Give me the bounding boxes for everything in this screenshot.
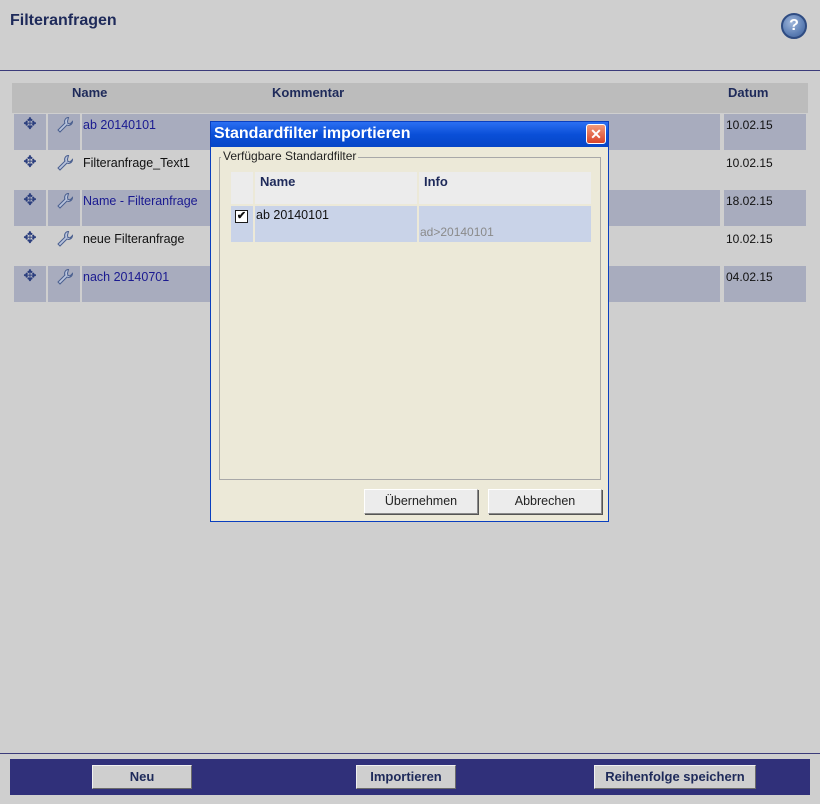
apply-button[interactable]: Übernehmen: [364, 489, 478, 514]
wrench-icon[interactable]: [56, 192, 74, 210]
page-title: Filteranfragen: [10, 12, 117, 29]
dialog-table-header: Name Info: [231, 172, 591, 204]
footer-bar: Neu Importieren Reihenfolge speichern: [10, 759, 810, 795]
move-icon[interactable]: ✥: [22, 231, 38, 247]
import-dialog: Standardfilter importieren ✕ Verfügbare …: [210, 121, 609, 522]
column-header-kommentar: Kommentar: [272, 85, 345, 100]
wrench-icon[interactable]: [56, 268, 74, 286]
move-icon[interactable]: ✥: [22, 193, 38, 209]
move-cell: ✥: [14, 114, 46, 150]
new-button[interactable]: Neu: [92, 765, 192, 789]
date-cell: 10.02.15: [724, 114, 806, 150]
edit-cell: [48, 266, 80, 302]
filter-name-link[interactable]: ab 20140101: [83, 118, 156, 132]
footer-divider: [0, 753, 820, 754]
filter-name-link[interactable]: Filteranfrage_Text1: [83, 156, 190, 170]
select-cell: ✔: [231, 206, 253, 242]
date-cell: 18.02.15: [724, 190, 806, 226]
move-icon[interactable]: ✥: [22, 117, 38, 133]
close-icon[interactable]: ✕: [586, 124, 606, 144]
dialog-title: Standardfilter importieren: [214, 125, 411, 142]
save-order-button[interactable]: Reihenfolge speichern: [594, 765, 756, 789]
filter-name-link[interactable]: neue Filteranfrage: [83, 232, 184, 246]
fieldset-legend: Verfügbare Standardfilter: [221, 149, 359, 163]
move-cell: ✥: [14, 266, 46, 302]
dialog-row-info: ad>20140101: [419, 206, 591, 242]
edit-cell: [48, 228, 80, 264]
filter-name-link[interactable]: Name - Filteranfrage: [83, 194, 198, 208]
edit-cell: [48, 114, 80, 150]
date-cell: 10.02.15: [726, 232, 773, 246]
move-icon[interactable]: ✥: [22, 155, 38, 171]
wrench-icon[interactable]: [56, 154, 74, 172]
move-cell: ✥: [14, 152, 46, 188]
select-column-header: [231, 172, 253, 204]
move-cell: ✥: [14, 190, 46, 226]
dialog-column-info: Info: [419, 172, 591, 204]
import-button[interactable]: Importieren: [356, 765, 456, 789]
edit-cell: [48, 190, 80, 226]
dialog-column-name: Name: [255, 172, 417, 204]
dialog-row-name: ab 20140101: [255, 206, 417, 242]
date-cell: 10.02.15: [726, 156, 773, 170]
filter-name-link[interactable]: nach 20140701: [83, 270, 169, 284]
move-icon[interactable]: ✥: [22, 269, 38, 285]
cancel-button[interactable]: Abbrechen: [488, 489, 602, 514]
column-header-name: Name: [72, 85, 108, 100]
header-divider: [0, 70, 820, 71]
dialog-table-row: ✔ ab 20140101 ad>20140101: [231, 206, 591, 242]
dialog-title-bar[interactable]: Standardfilter importieren ✕: [211, 122, 608, 147]
date-cell: 04.02.15: [724, 266, 806, 302]
wrench-icon[interactable]: [56, 230, 74, 248]
column-header-datum: Datum: [728, 85, 769, 100]
edit-cell: [48, 152, 80, 188]
filter-checkbox[interactable]: ✔: [235, 210, 248, 223]
help-icon[interactable]: ?: [781, 13, 807, 39]
move-cell: ✥: [14, 228, 46, 264]
table-header: Name Kommentar Datum: [12, 83, 808, 113]
wrench-icon[interactable]: [56, 116, 74, 134]
